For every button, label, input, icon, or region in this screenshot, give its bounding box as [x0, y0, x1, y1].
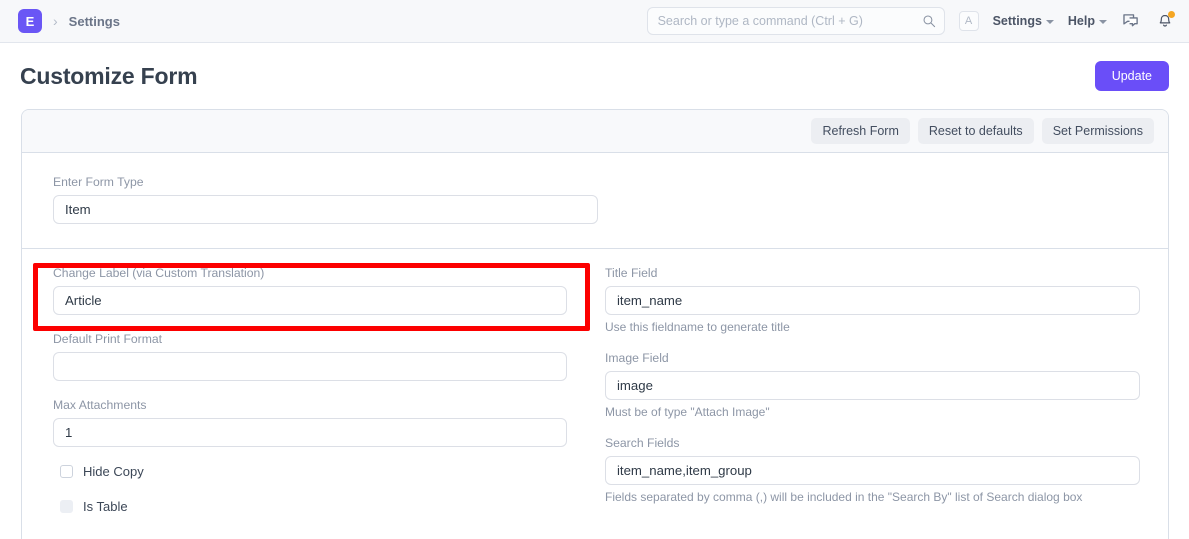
field-image-field: Image Field Must be of type "Attach Imag…: [605, 351, 1140, 419]
nav-menu-help[interactable]: Help: [1068, 14, 1107, 28]
field-change-label: Change Label (via Custom Translation): [53, 266, 567, 315]
field-max-attachments: Max Attachments: [53, 398, 567, 447]
notifications-bell[interactable]: [1155, 11, 1175, 31]
form-toolbar: Refresh Form Reset to defaults Set Permi…: [22, 110, 1168, 153]
input-default-print-format[interactable]: [53, 352, 567, 381]
refresh-form-button[interactable]: Refresh Form: [811, 118, 910, 144]
field-label-enter-form-type: Enter Form Type: [53, 175, 144, 189]
checkbox-row-is-table[interactable]: Is Table: [60, 499, 567, 514]
form-left-column: Change Label (via Custom Translation) De…: [22, 249, 595, 539]
chevron-down-icon: [1099, 20, 1107, 24]
form-right-column: Title Field Use this fieldname to genera…: [595, 249, 1168, 539]
chat-icon-glyph: [1123, 14, 1138, 27]
chat-icon[interactable]: [1121, 11, 1141, 31]
avatar-letter: A: [964, 15, 973, 27]
field-label-image-field: Image Field: [605, 351, 669, 365]
app-logo[interactable]: E: [18, 9, 42, 33]
checkbox-hide-copy[interactable]: [60, 465, 73, 478]
input-title-field[interactable]: [605, 286, 1140, 315]
form-card: Refresh Form Reset to defaults Set Permi…: [21, 109, 1169, 539]
field-enter-form-type: Enter Form Type: [53, 175, 598, 224]
field-label-change-label: Change Label (via Custom Translation): [53, 266, 265, 280]
input-search-fields[interactable]: [605, 456, 1140, 485]
field-label-search-fields: Search Fields: [605, 436, 680, 450]
checkbox-row-hide-copy[interactable]: Hide Copy: [60, 464, 567, 479]
notification-badge-dot: [1168, 11, 1175, 18]
field-help-title-field: Use this fieldname to generate title: [605, 320, 790, 334]
navbar-left: E › Settings: [18, 9, 120, 33]
chevron-right-icon: ›: [53, 13, 58, 29]
app-logo-letter: E: [25, 13, 35, 29]
form-type-section: Enter Form Type: [22, 153, 1168, 249]
search-wrapper: [646, 7, 945, 35]
field-label-title-field: Title Field: [605, 266, 658, 280]
field-search-fields: Search Fields Fields separated by comma …: [605, 436, 1140, 504]
input-max-attachments[interactable]: [53, 418, 567, 447]
field-default-print-format: Default Print Format: [53, 332, 567, 381]
nav-menu-settings-label: Settings: [992, 14, 1042, 28]
input-image-field[interactable]: [605, 371, 1140, 400]
field-label-default-print-format: Default Print Format: [53, 332, 163, 346]
checkbox-label-is-table: Is Table: [83, 499, 128, 514]
field-title-field: Title Field Use this fieldname to genera…: [605, 266, 1140, 334]
nav-menu-help-label: Help: [1067, 14, 1095, 28]
checkbox-label-hide-copy: Hide Copy: [83, 464, 144, 479]
set-permissions-button[interactable]: Set Permissions: [1041, 118, 1154, 144]
page-header: Customize Form Update: [0, 43, 1189, 109]
app-viewport: E › Settings A Settings Help: [0, 0, 1189, 539]
navbar-right: A Settings Help: [646, 7, 1175, 35]
field-label-max-attachments: Max Attachments: [53, 398, 147, 412]
chevron-down-icon: [1045, 20, 1054, 24]
form-fields-section: Change Label (via Custom Translation) De…: [22, 249, 1168, 539]
field-help-search-fields: Fields separated by comma (,) will be in…: [605, 490, 1083, 504]
update-button[interactable]: Update: [1094, 61, 1169, 91]
search-input[interactable]: [646, 7, 945, 35]
breadcrumb-settings[interactable]: Settings: [69, 14, 120, 29]
top-navbar: E › Settings A Settings Help: [0, 0, 1189, 43]
reset-to-defaults-button[interactable]: Reset to defaults: [917, 118, 1034, 144]
input-change-label[interactable]: [53, 286, 567, 315]
checkbox-is-table[interactable]: [60, 500, 73, 513]
field-help-image-field: Must be of type "Attach Image": [605, 405, 770, 419]
page-title: Customize Form: [20, 62, 198, 89]
avatar[interactable]: A: [958, 11, 979, 31]
nav-menu-settings[interactable]: Settings: [993, 14, 1054, 28]
input-enter-form-type[interactable]: [53, 195, 598, 224]
